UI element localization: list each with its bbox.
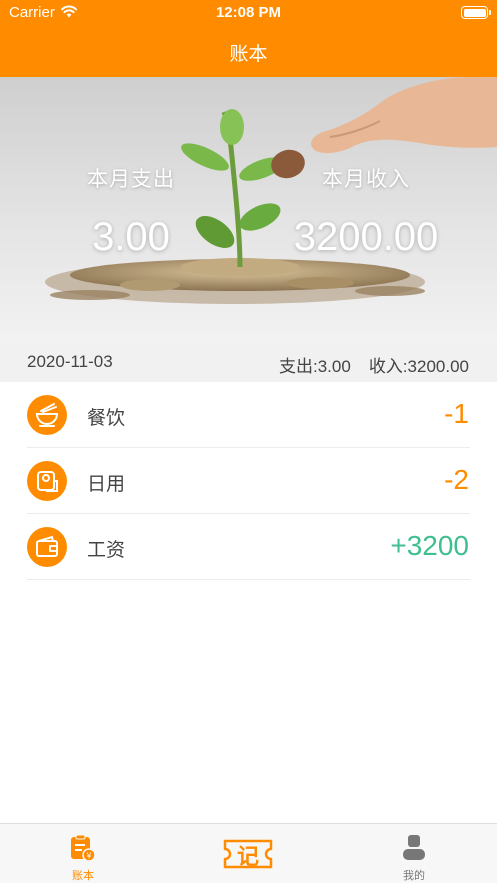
- status-time: 12:08 PM: [215, 4, 282, 21]
- ledger-icon: ¥: [71, 834, 96, 862]
- record-amount: +3200: [390, 530, 469, 561]
- tab-record[interactable]: 记: [218, 824, 278, 883]
- summary-date: 2020-11-03: [27, 352, 113, 371]
- month-expense-value: 3.00: [92, 215, 170, 259]
- record-amount: -1: [444, 398, 469, 429]
- bowl-icon: [27, 395, 67, 435]
- tab-ledger[interactable]: ¥ 账本: [53, 824, 113, 883]
- navigation-bar: 账本: [0, 26, 497, 77]
- tab-ledger-label: 账本: [72, 869, 94, 882]
- record-name: 日用: [87, 473, 126, 495]
- record-name: 工资: [87, 539, 126, 561]
- month-expense-label: 本月支出: [87, 167, 175, 191]
- record-name: 餐饮: [87, 407, 126, 429]
- tab-mine-label: 我的: [403, 869, 425, 882]
- daily-summary: 2020-11-03 支出:3.00 收入:3200.00: [0, 342, 497, 382]
- record-amount: -2: [444, 464, 469, 495]
- list-item[interactable]: 日用 -2: [0, 448, 497, 514]
- tab-mine[interactable]: 我的: [384, 824, 444, 883]
- summary-expense: 支出:3.00: [279, 357, 351, 376]
- svg-text:¥: ¥: [86, 852, 91, 861]
- list-item[interactable]: 餐饮 -1: [0, 382, 497, 448]
- page-title: 账本: [229, 43, 268, 65]
- status-bar: Carrier 12:08 PM: [0, 0, 497, 26]
- tab-bar: ¥ 账本 记 我的: [0, 823, 497, 883]
- month-income-label: 本月收入: [322, 167, 410, 191]
- battery-icon: [461, 6, 491, 19]
- list-item[interactable]: 工资 +3200: [0, 514, 497, 580]
- record-list: 餐饮 -1 日用 -2 工资 +3200: [0, 382, 497, 580]
- user-icon: [403, 835, 425, 860]
- summary-banner: 本月支出 3.00 本月收入 3200.00: [0, 77, 497, 342]
- summary-income: 收入:3200.00: [368, 357, 469, 376]
- wallet-icon: [27, 527, 67, 567]
- month-income: 本月收入 3200.00: [266, 163, 466, 260]
- tissue-roll-icon: [27, 461, 67, 501]
- month-expense: 本月支出 3.00: [31, 163, 231, 260]
- month-income-value: 3200.00: [293, 215, 439, 259]
- tab-record-label: 记: [236, 845, 259, 870]
